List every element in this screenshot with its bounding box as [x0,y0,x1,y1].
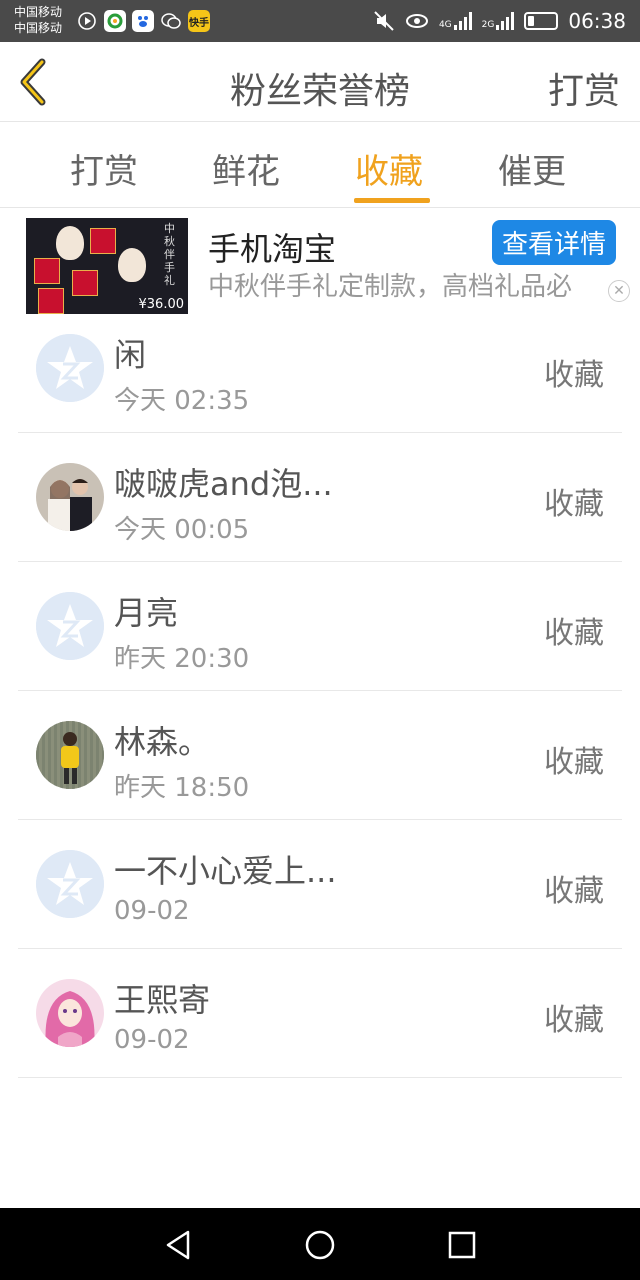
ad-title: 手机淘宝 [208,230,337,268]
signal-1: 4G [439,12,472,30]
tab-flowers[interactable]: 鲜花 [212,144,280,193]
user-name: 月亮 [114,594,179,632]
ad-description: 中秋伴手礼定制款，高档礼品必 [208,272,573,302]
user-name: 一不小心爱上... [114,852,337,890]
default-avatar-icon [36,592,104,660]
square-recents-icon [448,1231,476,1259]
page-title: 粉丝荣誉榜 [229,71,410,112]
triangle-back-icon [166,1230,190,1260]
default-avatar-icon [36,334,104,402]
timestamp: 今天 00:05 [114,515,250,545]
nav-recents-button[interactable] [445,1228,479,1262]
ad-banner[interactable]: 中秋伴手礼 ¥36.00 手机淘宝 中秋伴手礼定制款，高档礼品必 查看详情 ✕ [0,210,640,314]
play-icon [76,10,98,32]
fan-list: 闲 今天 02:35 收藏 啵啵虎and泡... 今天 00:05 收藏 月亮 … [0,304,640,1078]
reward-button[interactable]: 打赏 [548,62,620,114]
timestamp: 昨天 18:50 [114,773,250,803]
browser-icon [104,10,126,32]
list-item[interactable]: 一不小心爱上... 09-02 收藏 [18,820,622,949]
notification-icons: 快手 [76,10,210,32]
tab-bar: 打赏 鲜花 收藏 催更 [0,122,640,208]
kuaishou-icon: 快手 [188,10,210,32]
action-label: 收藏 [544,745,604,780]
rabbit-figure [118,248,146,282]
ad-image[interactable]: 中秋伴手礼 ¥36.00 [26,218,188,314]
user-avatar [36,721,104,789]
tab-reward[interactable]: 打赏 [70,144,138,193]
nav-back-button[interactable] [162,1228,196,1262]
carrier-2: 中国移动 [14,21,63,35]
clock: 06:38 [568,9,626,33]
user-avatar [36,979,104,1047]
carrier-info: 中国移动 中国移动 [14,4,62,36]
rabbit-figure [56,226,84,260]
signal-2: 2G [482,12,515,30]
list-item[interactable]: 啵啵虎and泡... 今天 00:05 收藏 [18,433,622,562]
mooncake-box [90,228,116,254]
timestamp: 09-02 [114,896,190,926]
eye-icon [405,14,428,28]
header: 粉丝荣誉榜 打赏 [0,42,640,122]
user-name: 林森。 [114,723,211,761]
list-item[interactable]: 闲 今天 02:35 收藏 [18,304,622,433]
action-label: 收藏 [544,1003,604,1038]
timestamp: 今天 02:35 [114,386,250,416]
user-avatar [36,463,104,531]
mooncake-box [72,270,98,296]
action-label: 收藏 [544,874,604,909]
carrier-1: 中国移动 [14,5,63,19]
nav-home-button[interactable] [303,1228,337,1262]
system-indicators: 4G 2G 06:38 [373,9,626,33]
status-bar: 中国移动 中国移动 快手 4G 2G 06:38 [0,0,640,42]
timestamp: 09-02 [114,1025,190,1055]
baidu-icon [132,10,154,32]
circle-home-icon [305,1230,335,1260]
tab-active-indicator [354,198,430,203]
list-item[interactable]: 王熙寄 09-02 收藏 [18,949,622,1078]
tab-favorites[interactable]: 收藏 [355,144,423,193]
wechat-icon [160,10,182,32]
ad-close-icon[interactable]: ✕ [608,280,630,302]
user-name: 王熙寄 [114,981,211,1019]
mute-icon [374,11,394,31]
user-name: 闲 [114,336,147,374]
battery-icon [524,12,559,30]
view-details-button[interactable]: 查看详情 [491,220,616,265]
action-label: 收藏 [544,616,604,651]
list-item[interactable]: 林森。 昨天 18:50 收藏 [18,691,622,820]
action-label: 收藏 [544,487,604,522]
timestamp: 昨天 20:30 [114,644,250,674]
list-item[interactable]: 月亮 昨天 20:30 收藏 [18,562,622,691]
mooncake-box [34,258,60,284]
system-nav-bar [0,1208,640,1280]
tab-urge-update[interactable]: 催更 [498,144,566,193]
action-label: 收藏 [544,358,604,393]
ad-image-caption: 中秋伴手礼 [164,222,175,287]
default-avatar-icon [36,850,104,918]
user-name: 啵啵虎and泡... [114,465,333,503]
